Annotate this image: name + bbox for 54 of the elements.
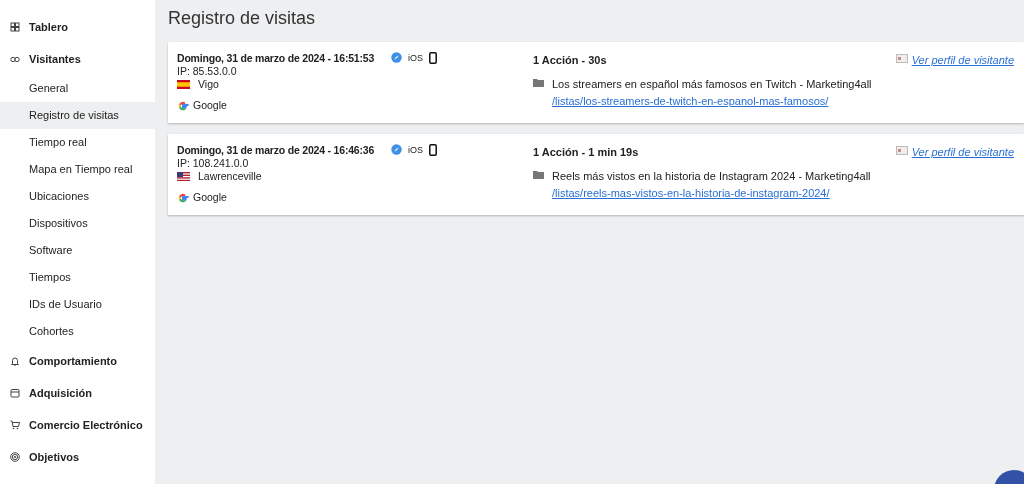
- compass-icon: [391, 51, 402, 63]
- sidebar-item[interactable]: Registro de visitas: [0, 102, 155, 129]
- folder-icon: [533, 170, 544, 180]
- sidebar-section[interactable]: Comercio Electrónico: [0, 409, 155, 441]
- page-url-link[interactable]: /listas/reels-mas-vistos-en-la-historia-de-instagram-2024/: [552, 186, 830, 199]
- profile-card-icon: [895, 145, 908, 155]
- sidebar-section[interactable]: Adquisición: [0, 377, 155, 409]
- page-title-text: Reels más vistos en la historia de Instagram 2024 - Marketing4all: [552, 169, 871, 185]
- sidebar-section[interactable]: Tablero: [0, 11, 155, 43]
- sidebar-item[interactable]: Software: [0, 237, 155, 264]
- referrer-name: Google: [193, 190, 227, 205]
- cart-icon: [10, 420, 20, 430]
- folder-icon: [533, 78, 544, 88]
- help-button[interactable]: [994, 470, 1024, 484]
- sidebar-item[interactable]: IDs de Usuario: [0, 291, 155, 318]
- sidebar-item[interactable]: General: [0, 75, 155, 102]
- visit-actions: 1 Acción - 30s: [533, 52, 608, 68]
- google-logo-icon: [177, 191, 189, 204]
- sidebar-item[interactable]: Cohortes: [0, 318, 155, 345]
- page-title-text: Los streamers en español más famosos en Twitch - Marketing4all: [552, 77, 872, 93]
- flag-icon: [177, 171, 190, 181]
- page-title: Registro de visitas: [168, 8, 317, 30]
- sidebar-item[interactable]: Ubicaciones: [0, 183, 155, 210]
- visit-actions: 1 Acción - 1 min 19s: [533, 144, 640, 160]
- os-name: iOS: [408, 143, 423, 157]
- sidebar-item[interactable]: Mapa en Tiempo real: [0, 156, 155, 183]
- visitor-profile-link[interactable]: Ver perfil de visitante: [911, 51, 1014, 69]
- compass-icon: [391, 143, 402, 155]
- bell-icon: [10, 356, 20, 366]
- sidebar-section[interactable]: Objetivos: [0, 441, 155, 473]
- page-url-link[interactable]: /listas/los-streamers-de-twitch-en-espanol-mas-famosos/: [552, 94, 829, 107]
- visit-ip: IP: 108.241.0.0: [177, 156, 250, 170]
- visit-city: Vigo: [198, 77, 219, 91]
- visit-city: Lawrenceville: [198, 169, 262, 183]
- sidebar-section[interactable]: Visitantes: [0, 43, 155, 75]
- sidebar-item[interactable]: Dispositivos: [0, 210, 155, 237]
- flag-icon: [177, 79, 190, 89]
- sidebar-section[interactable]: Comportamiento: [0, 345, 155, 377]
- sidebar-item[interactable]: Tiempo real: [0, 129, 155, 156]
- profile-card-icon: [895, 53, 908, 63]
- glasses-icon: [10, 54, 20, 64]
- os-name: iOS: [408, 51, 423, 65]
- visit-datetime: Domingo, 31 de marzo de 2024 - 16:46:36: [177, 143, 376, 157]
- visitor-profile-link[interactable]: Ver perfil de visitante: [911, 143, 1014, 161]
- sidebar-item[interactable]: Tiempos: [0, 264, 155, 291]
- calendar-icon: [10, 388, 20, 398]
- target-icon: [10, 452, 20, 462]
- visit-datetime: Domingo, 31 de marzo de 2024 - 16:51:53: [177, 51, 376, 65]
- visit-ip: IP: 85.53.0.0: [177, 64, 238, 78]
- grid-icon: [10, 22, 20, 32]
- smartphone-icon: [429, 143, 437, 156]
- referrer-name: Google: [193, 98, 227, 113]
- google-logo-icon: [177, 99, 189, 112]
- smartphone-icon: [429, 51, 437, 64]
